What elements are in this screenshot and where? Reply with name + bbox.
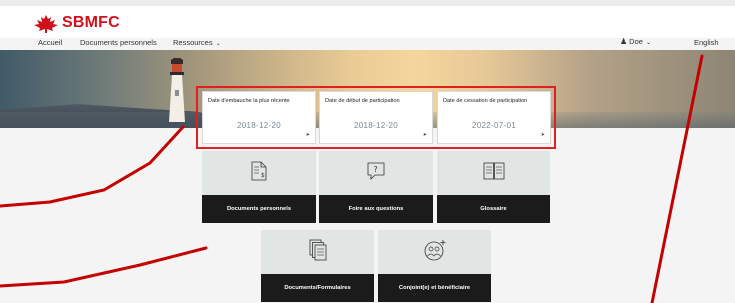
svg-text:?: ?: [374, 165, 378, 174]
annotation-line: [0, 246, 208, 288]
language-switch[interactable]: English: [694, 38, 719, 47]
chevron-down-icon: ⌄: [645, 40, 651, 46]
annotation-line: [0, 125, 185, 208]
tile-personal-documents[interactable]: $ Documents personnels: [202, 151, 316, 223]
user-name: Doe: [629, 37, 643, 46]
user-menu[interactable]: ♟ Doe ⌄: [620, 37, 651, 46]
open-book-icon: [437, 151, 550, 191]
svg-text:$: $: [261, 172, 265, 179]
nav-home[interactable]: Accueil: [38, 38, 62, 47]
tile-label: Foire aux questions: [319, 195, 433, 223]
tile-label: Conjoint(e) et bénéficiaire: [378, 274, 491, 302]
nav-documents[interactable]: Documents personnels: [80, 38, 157, 47]
nav-resources[interactable]: Ressources ⌄: [173, 38, 221, 47]
tile-glossary[interactable]: Glossaire: [437, 151, 550, 223]
tile-documents-forms[interactable]: Documents/Formulaires: [261, 230, 374, 302]
nav-resources-label: Ressources: [173, 38, 213, 47]
chevron-down-icon: ⌄: [215, 41, 221, 47]
brand-name: SBMFC: [62, 14, 120, 31]
highlight-box: [196, 86, 556, 149]
document-dollar-icon: $: [202, 151, 316, 191]
tile-label: Documents/Formulaires: [261, 274, 374, 302]
brand-logo[interactable]: SBMFC: [34, 14, 144, 35]
tile-label: Glossaire: [437, 195, 550, 223]
tile-label: Documents personnels: [202, 195, 316, 223]
people-add-icon: [378, 230, 491, 270]
tile-spouse-beneficiary[interactable]: Conjoint(e) et bénéficiaire: [378, 230, 491, 302]
header: SBMFC: [0, 6, 735, 38]
tile-faq[interactable]: ? Foire aux questions: [319, 151, 433, 223]
maple-leaf-icon: [34, 15, 58, 33]
lighthouse-image: [169, 58, 185, 122]
question-bubble-icon: ?: [319, 151, 433, 191]
user-icon: ♟: [620, 37, 628, 46]
document-stack-icon: [261, 230, 374, 270]
